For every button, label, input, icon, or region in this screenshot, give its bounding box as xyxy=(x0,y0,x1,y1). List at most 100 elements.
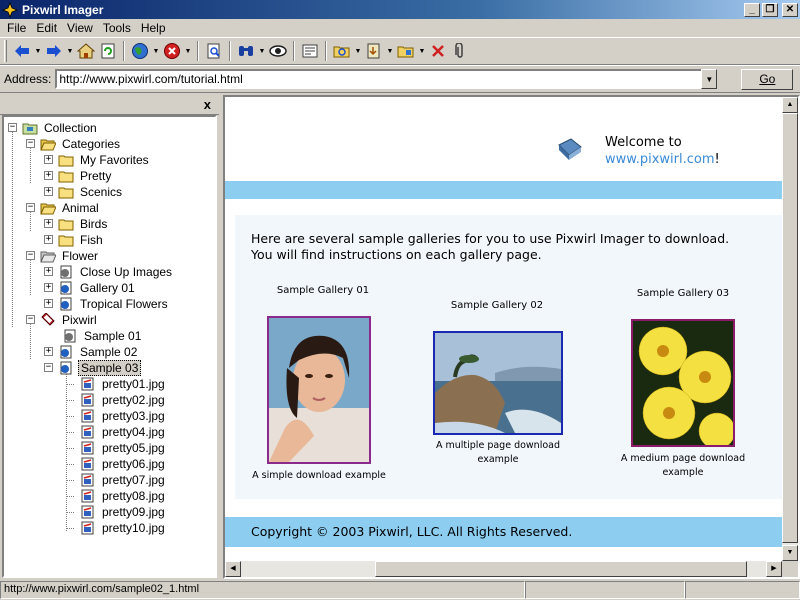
back-dropdown[interactable]: ▼ xyxy=(33,40,43,62)
vertical-scroll-thumb[interactable] xyxy=(782,113,798,543)
scroll-right-button[interactable]: ▶ xyxy=(766,561,782,577)
collapse-toggle[interactable]: − xyxy=(44,363,53,372)
tree-file-item[interactable]: pretty02.jpg xyxy=(80,392,167,408)
menu-view[interactable]: View xyxy=(62,21,98,35)
tree-node-pixwirl[interactable]: − Pixwirl xyxy=(26,312,99,328)
forward-button[interactable] xyxy=(43,40,65,62)
tree-file-item[interactable]: pretty01.jpg xyxy=(80,376,167,392)
page-magnifier-icon xyxy=(207,43,220,59)
tree-node-pretty[interactable]: + Pretty xyxy=(44,168,113,184)
browse-web-button[interactable] xyxy=(129,40,151,62)
scroll-down-button[interactable]: ▼ xyxy=(782,545,798,561)
tree-node-birds[interactable]: + Birds xyxy=(44,216,109,232)
add-folder-dropdown[interactable]: ▼ xyxy=(353,40,363,62)
gallery-01-title[interactable]: Sample Gallery 01 xyxy=(273,285,373,296)
tree-node-sample-02[interactable]: + Sample 02 xyxy=(44,344,139,360)
tree-node-gallery-01[interactable]: + Gallery 01 xyxy=(44,280,137,296)
tree-node-tropical-flowers[interactable]: + Tropical Flowers xyxy=(44,296,170,312)
browse-web-dropdown[interactable]: ▼ xyxy=(151,40,161,62)
tree-node-categories[interactable]: − Categories xyxy=(26,136,122,152)
add-folder-button[interactable] xyxy=(331,40,353,62)
pane-close-button[interactable]: x xyxy=(204,97,211,112)
attach-button[interactable] xyxy=(449,40,471,62)
collapse-toggle[interactable]: − xyxy=(26,139,35,148)
tree-node-sample-03[interactable]: − Sample 03 xyxy=(44,360,142,376)
gallery-01-thumbnail[interactable] xyxy=(267,316,371,464)
download-button[interactable] xyxy=(363,40,385,62)
tree-node-collection[interactable]: − Collection xyxy=(8,120,99,136)
back-button[interactable] xyxy=(11,40,33,62)
horizontal-scrollbar[interactable]: ◀ ▶ xyxy=(225,561,782,577)
toolbar-grip[interactable] xyxy=(4,40,7,62)
properties-button[interactable] xyxy=(299,40,321,62)
open-page-button[interactable] xyxy=(203,40,225,62)
tree-node-fish[interactable]: + Fish xyxy=(44,232,105,248)
forward-dropdown[interactable]: ▼ xyxy=(65,40,75,62)
download-dropdown[interactable]: ▼ xyxy=(385,40,395,62)
expand-toggle[interactable]: + xyxy=(44,267,53,276)
folder-icon xyxy=(58,155,74,167)
tree-node-sample-01[interactable]: Sample 01 xyxy=(62,328,143,344)
expand-toggle[interactable]: + xyxy=(44,235,53,244)
collapse-toggle[interactable]: − xyxy=(26,251,35,260)
new-folder-dropdown[interactable]: ▼ xyxy=(417,40,427,62)
horizontal-scroll-thumb[interactable] xyxy=(375,561,747,577)
back-arrow-icon xyxy=(15,45,29,57)
tree-file-item[interactable]: pretty04.jpg xyxy=(80,424,167,440)
scroll-left-button[interactable]: ◀ xyxy=(225,561,241,577)
menu-file[interactable]: File xyxy=(2,21,31,35)
address-dropdown[interactable]: ▼ xyxy=(701,69,718,89)
status-cell xyxy=(685,581,800,599)
maximize-button[interactable]: ❐ xyxy=(762,2,778,17)
gallery-03-thumbnail[interactable] xyxy=(631,319,735,447)
refresh-button[interactable] xyxy=(97,40,119,62)
minimize-button[interactable]: _ xyxy=(744,2,760,17)
tree-file-item[interactable]: pretty09.jpg xyxy=(80,504,167,520)
tree-file-item[interactable]: pretty03.jpg xyxy=(80,408,167,424)
stop-dropdown[interactable]: ▼ xyxy=(183,40,193,62)
tree-node-scenics[interactable]: + Scenics xyxy=(44,184,124,200)
web-gallery-icon xyxy=(60,297,72,311)
gallery-02-caption: A multiple page download example xyxy=(435,440,560,465)
tree-file-item[interactable]: pretty10.jpg xyxy=(80,520,167,536)
expand-toggle[interactable]: + xyxy=(44,283,53,292)
gallery-02-title[interactable]: Sample Gallery 02 xyxy=(447,300,547,311)
expand-toggle[interactable]: + xyxy=(44,219,53,228)
stop-button[interactable] xyxy=(161,40,183,62)
menu-tools[interactable]: Tools xyxy=(98,21,136,35)
tree-file-item[interactable]: pretty07.jpg xyxy=(80,472,167,488)
expand-toggle[interactable]: + xyxy=(44,347,53,356)
tree-node-animal[interactable]: − Animal xyxy=(26,200,101,216)
collapse-toggle[interactable]: − xyxy=(26,203,35,212)
home-button[interactable] xyxy=(75,40,97,62)
vertical-scrollbar[interactable]: ▲ ▼ xyxy=(782,97,798,561)
gallery-03-title[interactable]: Sample Gallery 03 xyxy=(633,288,733,299)
close-window-button[interactable]: ✕ xyxy=(782,2,798,17)
tree-node-flower[interactable]: − Flower xyxy=(26,248,100,264)
delete-button[interactable] xyxy=(427,40,449,62)
intro-text: Here are several sample galleries for yo… xyxy=(251,231,730,262)
address-input[interactable]: http://www.pixwirl.com/tutorial.html xyxy=(55,69,718,89)
gallery-03-caption: A medium page download example xyxy=(620,453,746,478)
pixwirl-link[interactable]: www.pixwirl.com xyxy=(605,152,715,167)
collapse-toggle[interactable]: − xyxy=(8,123,17,132)
go-button[interactable]: Go xyxy=(741,68,794,90)
collapse-toggle[interactable]: − xyxy=(26,315,35,324)
expand-toggle[interactable]: + xyxy=(44,187,53,196)
expand-toggle[interactable]: + xyxy=(44,299,53,308)
scroll-up-button[interactable]: ▲ xyxy=(782,97,798,113)
find-dropdown[interactable]: ▼ xyxy=(257,40,267,62)
find-button[interactable] xyxy=(235,40,257,62)
tree-file-item[interactable]: pretty08.jpg xyxy=(80,488,167,504)
new-folder-button[interactable] xyxy=(395,40,417,62)
tree-file-item[interactable]: pretty05.jpg xyxy=(80,440,167,456)
menu-help[interactable]: Help xyxy=(136,21,171,35)
expand-toggle[interactable]: + xyxy=(44,155,53,164)
preview-button[interactable] xyxy=(267,40,289,62)
tree-node-close-up-images[interactable]: + Close Up Images xyxy=(44,264,174,280)
gallery-02-thumbnail[interactable] xyxy=(433,331,563,435)
tree-node-my-favorites[interactable]: + My Favorites xyxy=(44,152,151,168)
tree-file-item[interactable]: pretty06.jpg xyxy=(80,456,167,472)
expand-toggle[interactable]: + xyxy=(44,171,53,180)
menu-edit[interactable]: Edit xyxy=(31,21,62,35)
